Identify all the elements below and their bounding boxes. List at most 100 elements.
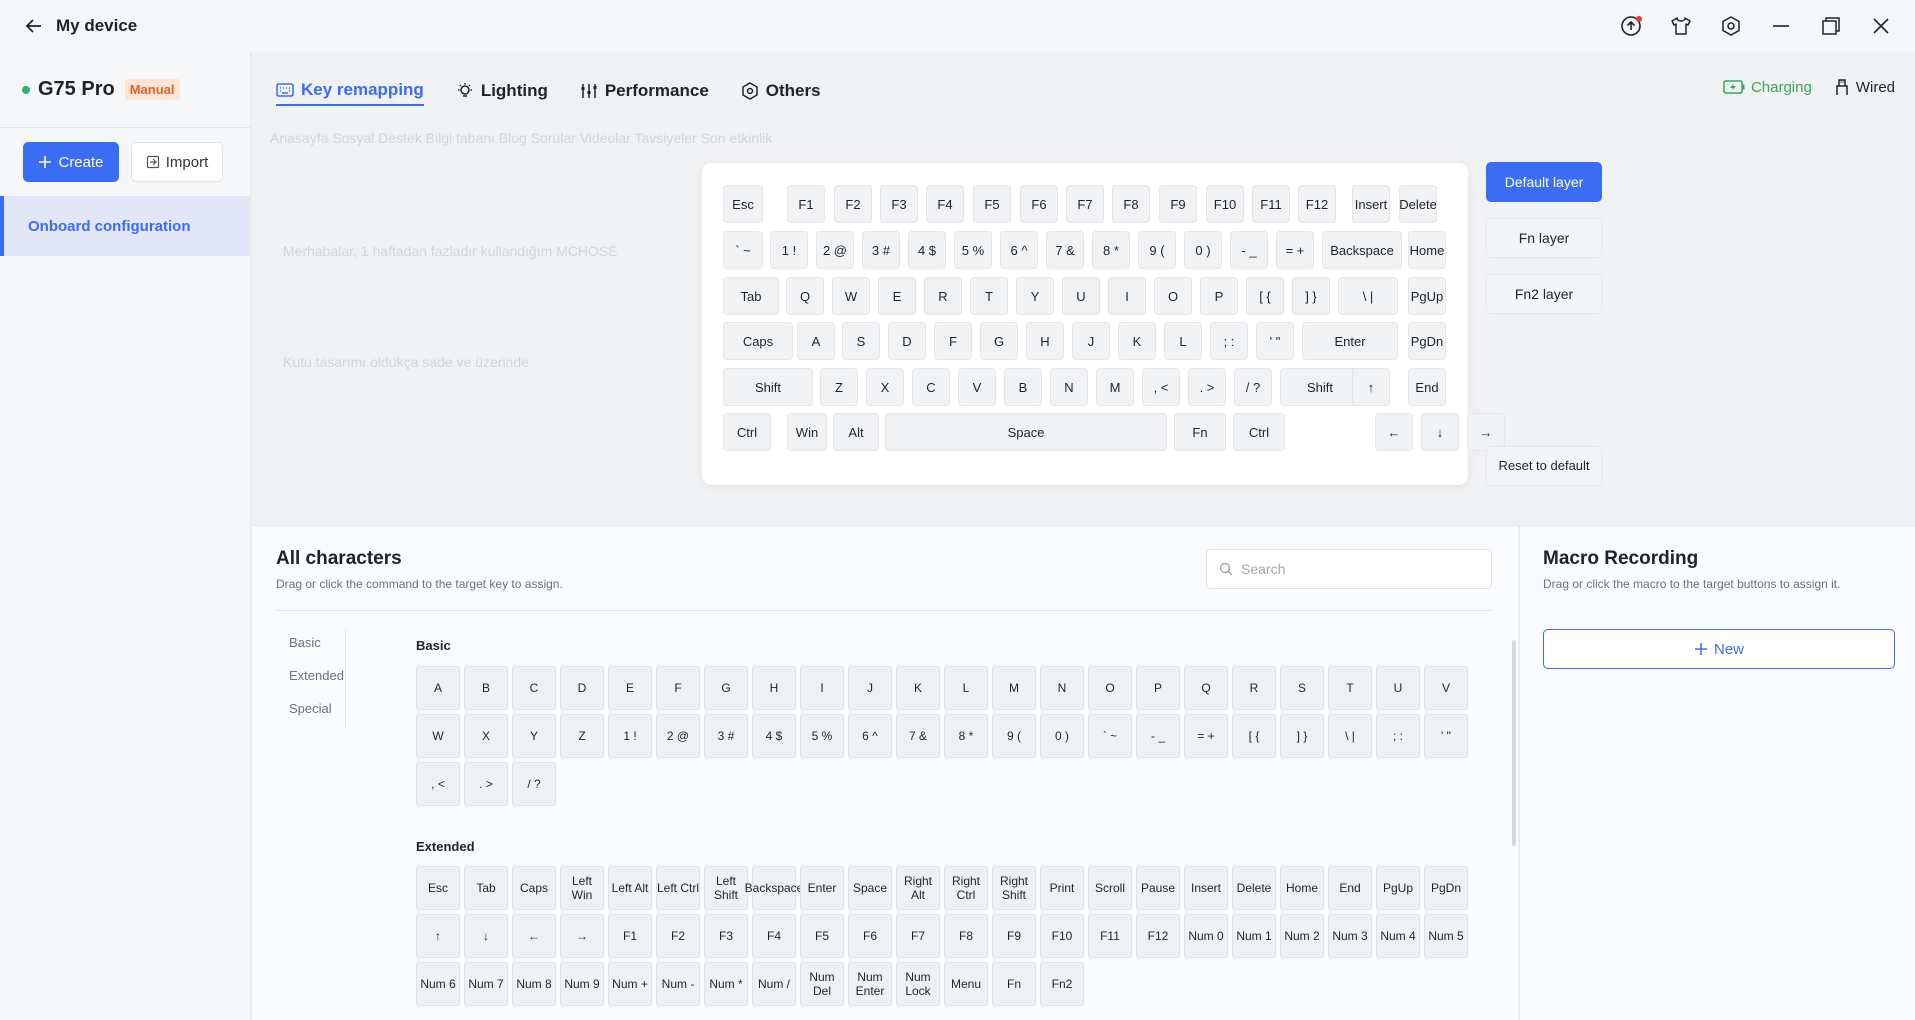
character-key[interactable]: Backspace: [745, 866, 803, 910]
character-key[interactable]: Right Alt: [896, 866, 940, 910]
character-key[interactable]: \ |: [1328, 714, 1372, 758]
keyboard-key[interactable]: L: [1164, 322, 1202, 360]
character-key[interactable]: F9: [992, 914, 1036, 958]
character-key[interactable]: Left Win: [560, 866, 604, 910]
keyboard-key[interactable]: F: [934, 322, 972, 360]
keyboard-key[interactable]: 5 %: [954, 231, 992, 269]
character-key[interactable]: F11: [1088, 914, 1132, 958]
character-key[interactable]: Num 7: [464, 962, 508, 1006]
character-key[interactable]: Print: [1040, 866, 1084, 910]
character-key[interactable]: Num 9: [560, 962, 604, 1006]
character-key[interactable]: H: [752, 666, 796, 710]
keyboard-key[interactable]: 6 ^: [1000, 231, 1038, 269]
keyboard-key[interactable]: , <: [1142, 368, 1180, 406]
keyboard-key[interactable]: U: [1062, 277, 1100, 315]
character-key[interactable]: ] }: [1280, 714, 1324, 758]
keyboard-key[interactable]: S: [842, 322, 880, 360]
keyboard-key[interactable]: F4: [926, 185, 964, 223]
character-key[interactable]: Num 0: [1184, 914, 1228, 958]
character-key[interactable]: ↓: [464, 914, 508, 958]
keyboard-key[interactable]: 3 #: [862, 231, 900, 269]
scrollbar[interactable]: [1512, 640, 1516, 846]
character-key[interactable]: F6: [848, 914, 892, 958]
character-key[interactable]: F5: [800, 914, 844, 958]
character-key[interactable]: F1: [608, 914, 652, 958]
keyboard-key[interactable]: F8: [1112, 185, 1150, 223]
reset-to-default-button[interactable]: Reset to default: [1486, 446, 1602, 486]
character-key[interactable]: ; :: [1376, 714, 1420, 758]
character-key[interactable]: Left Shift: [704, 866, 748, 910]
keyboard-key[interactable]: Esc: [723, 185, 763, 223]
keyboard-key[interactable]: 7 &: [1046, 231, 1084, 269]
character-key[interactable]: 8 *: [944, 714, 988, 758]
keyboard-key[interactable]: ↑: [1352, 368, 1390, 406]
keyboard-key[interactable]: Fn: [1174, 413, 1226, 451]
character-key[interactable]: , <: [416, 762, 460, 806]
keyboard-key[interactable]: D: [888, 322, 926, 360]
character-key[interactable]: Left Ctrl: [656, 866, 700, 910]
character-key[interactable]: Home: [1280, 866, 1324, 910]
character-key[interactable]: X: [464, 714, 508, 758]
character-key[interactable]: Caps: [512, 866, 556, 910]
tab-performance[interactable]: Performance: [580, 76, 709, 106]
keyboard-key[interactable]: Delete: [1399, 185, 1437, 223]
character-key[interactable]: →: [560, 914, 604, 958]
character-key[interactable]: Num /: [752, 962, 796, 1006]
keyboard-key[interactable]: \ |: [1338, 277, 1398, 315]
keyboard-key[interactable]: ←: [1375, 413, 1413, 451]
keyboard-key[interactable]: F6: [1020, 185, 1058, 223]
keyboard-key[interactable]: N: [1050, 368, 1088, 406]
keyboard-key[interactable]: Shift: [723, 368, 813, 406]
create-button[interactable]: Create: [23, 142, 119, 182]
character-key[interactable]: ←: [512, 914, 556, 958]
keyboard-key[interactable]: X: [866, 368, 904, 406]
character-key[interactable]: K: [896, 666, 940, 710]
character-key[interactable]: 9 (: [992, 714, 1036, 758]
keyboard-key[interactable]: 8 *: [1092, 231, 1130, 269]
character-key[interactable]: Esc: [416, 866, 460, 910]
character-key[interactable]: Num 6: [416, 962, 460, 1006]
keyboard-key[interactable]: F2: [834, 185, 872, 223]
character-key[interactable]: T: [1328, 666, 1372, 710]
category-extended[interactable]: Extended: [276, 663, 345, 696]
character-key[interactable]: E: [608, 666, 652, 710]
minimize-button[interactable]: [1761, 8, 1801, 44]
keyboard-key[interactable]: Ctrl: [723, 413, 771, 451]
keyboard-key[interactable]: 4 $: [908, 231, 946, 269]
keyboard-key[interactable]: ] }: [1292, 277, 1330, 315]
restore-button[interactable]: [1811, 8, 1851, 44]
keyboard-key[interactable]: W: [832, 277, 870, 315]
keyboard-key[interactable]: - _: [1230, 231, 1268, 269]
character-key[interactable]: Num Del: [800, 962, 844, 1006]
character-key[interactable]: PgDn: [1424, 866, 1468, 910]
character-key[interactable]: Num 4: [1376, 914, 1420, 958]
keyboard-key[interactable]: R: [924, 277, 962, 315]
fn2-layer-button[interactable]: Fn2 layer: [1486, 274, 1602, 314]
character-key[interactable]: Fn: [992, 962, 1036, 1006]
character-key[interactable]: Menu: [944, 962, 988, 1006]
keyboard-key[interactable]: Caps: [723, 322, 793, 360]
character-key[interactable]: 2 @: [656, 714, 700, 758]
keyboard-key[interactable]: F12: [1298, 185, 1336, 223]
character-key[interactable]: F12: [1136, 914, 1180, 958]
keyboard-key[interactable]: F1: [787, 185, 825, 223]
character-key[interactable]: Num -: [656, 962, 700, 1006]
character-key[interactable]: Insert: [1184, 866, 1228, 910]
keyboard-key[interactable]: 1 !: [770, 231, 808, 269]
character-key[interactable]: M: [992, 666, 1036, 710]
keyboard-key[interactable]: M: [1096, 368, 1134, 406]
character-key[interactable]: R: [1232, 666, 1276, 710]
character-key[interactable]: Fn2: [1040, 962, 1084, 1006]
character-key[interactable]: F4: [752, 914, 796, 958]
import-button[interactable]: Import: [131, 142, 223, 182]
character-key[interactable]: PgUp: [1376, 866, 1420, 910]
character-key[interactable]: ↑: [416, 914, 460, 958]
default-layer-button[interactable]: Default layer: [1486, 162, 1602, 202]
character-key[interactable]: L: [944, 666, 988, 710]
character-key[interactable]: S: [1280, 666, 1324, 710]
keyboard-key[interactable]: Shift: [1280, 368, 1360, 406]
character-key[interactable]: Tab: [464, 866, 508, 910]
character-key[interactable]: Delete: [1232, 866, 1276, 910]
character-key[interactable]: Num 5: [1424, 914, 1468, 958]
keyboard-key[interactable]: Insert: [1352, 185, 1390, 223]
